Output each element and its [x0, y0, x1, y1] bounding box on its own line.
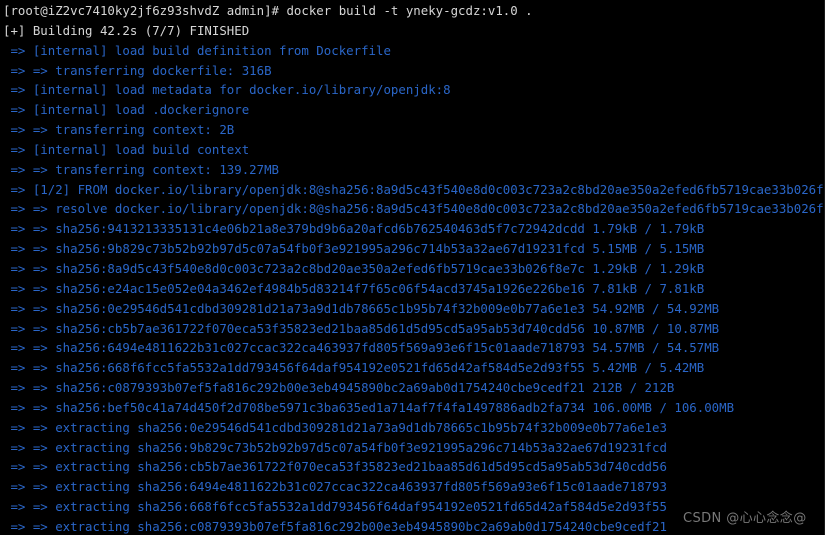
build-output-line: => [internal] load build context: [3, 141, 250, 157]
build-output-line: => => sha256:6494e4811622b31c027ccac322c…: [3, 340, 720, 356]
build-output-line: => [internal] load .dockerignore: [3, 102, 250, 118]
build-output-line: => => transferring context: 139.27MB: [3, 161, 280, 177]
build-output-line: => => transferring dockerfile: 316B: [3, 62, 272, 78]
build-output-line: => => sha256:9413213335131c4e06b21a8e379…: [3, 221, 705, 237]
build-output-line: => => transferring context: 2B: [3, 122, 235, 138]
build-output-line: => => extracting sha256:c0879393b07ef5fa…: [3, 518, 667, 534]
terminal-window[interactable]: [root@iZ2vc7410ky2jf6z93shvdZ admin]# do…: [0, 0, 825, 535]
build-output: => [internal] load build definition from…: [1, 41, 824, 535]
build-output-line: => => sha256:bef50c41a74d450f2d708be5971…: [3, 399, 735, 415]
build-output-line: => => extracting sha256:0e29546d541cdbd3…: [3, 419, 667, 435]
build-output-line: => => extracting sha256:cb5b7ae361722f07…: [3, 459, 667, 475]
build-output-line: => => extracting sha256:668f6fcc5fa5532a…: [3, 499, 667, 515]
build-output-line: => => sha256:0e29546d541cdbd309281d21a73…: [3, 300, 720, 316]
build-output-line: => [internal] load metadata for docker.i…: [3, 82, 451, 98]
build-output-line: => => sha256:cb5b7ae361722f070eca53f3582…: [3, 320, 720, 336]
shell-prompt-line: [root@iZ2vc7410ky2jf6z93shvdZ admin]# do…: [3, 3, 533, 18]
build-output-line: => => sha256:c0879393b07ef5fa816c292b00e…: [3, 380, 675, 396]
build-output-line: => => sha256:8a9d5c43f540e8d0c003c723a2c…: [3, 260, 705, 276]
build-status-line: [+] Building 42.2s (7/7) FINISHED: [3, 22, 250, 38]
build-output-line: => => sha256:668f6fcc5fa5532a1dd793456f6…: [3, 360, 705, 376]
build-output-line: => => sha256:e24ac15e052e04a3462ef4984b5…: [3, 280, 705, 296]
build-output-line: => => extracting sha256:9b829c73b52b92b9…: [3, 439, 667, 455]
build-output-line: => => sha256:9b829c73b52b92b97d5c07a54fb…: [3, 241, 705, 257]
build-output-line: => => resolve docker.io/library/openjdk:…: [3, 201, 825, 217]
build-output-line: => [1/2] FROM docker.io/library/openjdk:…: [3, 181, 825, 197]
build-output-line: => [internal] load build definition from…: [3, 42, 391, 58]
build-output-line: => => extracting sha256:6494e4811622b31c…: [3, 479, 667, 495]
